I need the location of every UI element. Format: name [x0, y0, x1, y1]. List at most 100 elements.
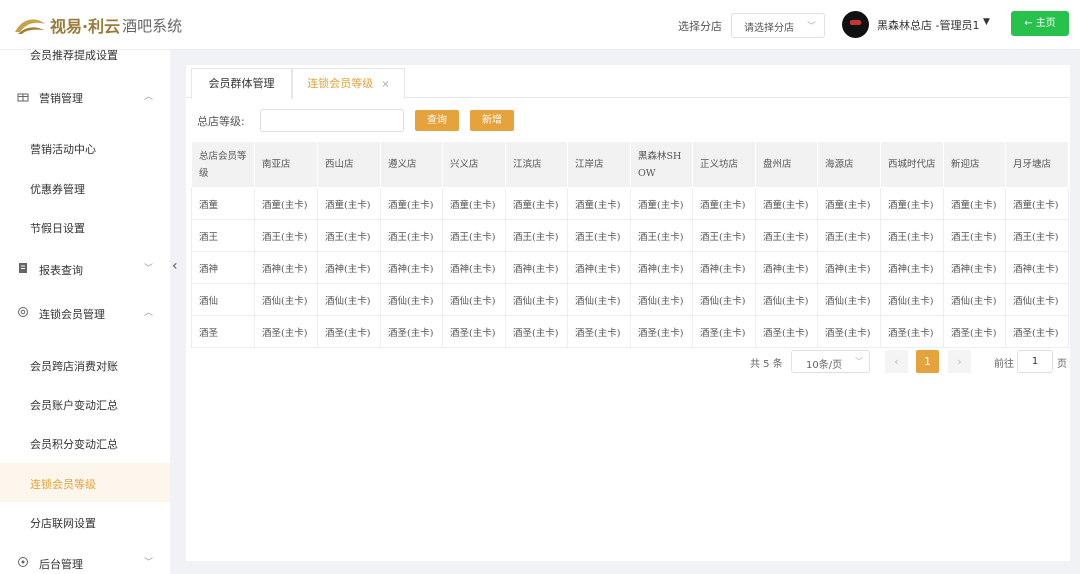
- table-cell: 酒童(主卡): [254, 187, 318, 220]
- column-header: 正义坊店: [692, 141, 756, 188]
- sidebar-item-chain-member-levels[interactable]: 连锁会员等级: [0, 463, 170, 502]
- table-cell: 酒神(主卡): [567, 251, 631, 284]
- head-store-level-label: 总店等级:: [197, 115, 245, 128]
- table-cell: 酒圣(主卡): [880, 315, 944, 348]
- column-header: 遵义店: [380, 141, 443, 188]
- logo-subtitle: 酒吧系统: [122, 16, 183, 35]
- report-icon: [17, 262, 29, 274]
- avatar[interactable]: [842, 11, 869, 38]
- tab-label: 连锁会员等级: [307, 77, 374, 90]
- table-cell: 酒神(主卡): [630, 251, 693, 284]
- page-suffix: 页: [1057, 359, 1067, 370]
- table-cell: 酒神(主卡): [254, 251, 318, 284]
- tab-chain-member-levels[interactable]: 连锁会员等级 ×: [292, 68, 405, 99]
- chevron-down-icon: ﹀: [144, 558, 154, 568]
- sidebar-item-label: 会员积分变动汇总: [30, 438, 118, 451]
- pagination: 共 5 条 10条/页 ﹀ ‹ 1 › 前往 1 页: [186, 350, 1070, 374]
- page-size-value: 10条/页: [806, 360, 843, 371]
- table-row[interactable]: 酒仙 酒仙(主卡) 酒仙(主卡) 酒仙(主卡) 酒仙(主卡) 酒仙(主卡) 酒仙(主卡) 酒仙…: [191, 283, 1069, 316]
- sidebar-group-chain-members[interactable]: 连锁会员管理 ︿: [0, 293, 170, 332]
- sidebar-item-label: 会员账户变动汇总: [30, 399, 118, 412]
- members-icon: [17, 306, 29, 318]
- table-cell: 酒王(主卡): [442, 219, 506, 252]
- table-cell: 酒王(主卡): [943, 219, 1006, 252]
- table-cell: 酒神(主卡): [943, 251, 1006, 284]
- sidebar-item-cross-store-reconciliation[interactable]: 会员跨店消费对账: [0, 345, 170, 384]
- table-row[interactable]: 酒神 酒神(主卡) 酒神(主卡) 酒神(主卡) 酒神(主卡) 酒神(主卡) 酒神(主卡) 酒神…: [191, 251, 1069, 284]
- chevron-up-icon: ︿: [144, 92, 154, 102]
- table-row[interactable]: 酒圣 酒圣(主卡) 酒圣(主卡) 酒圣(主卡) 酒圣(主卡) 酒圣(主卡) 酒圣(主卡) 酒圣…: [191, 315, 1069, 348]
- table-cell: 酒圣(主卡): [317, 315, 381, 348]
- table-cell: 酒仙(主卡): [254, 283, 318, 316]
- sidebar-group-marketing[interactable]: 营销管理 ︿: [0, 77, 170, 116]
- sidebar-item-account-changes[interactable]: 会员账户变动汇总: [0, 384, 170, 423]
- sidebar-item-label: 连锁会员等级: [30, 478, 96, 491]
- table-cell: 酒神(主卡): [505, 251, 568, 284]
- sidebar-group-label: 报表查询: [39, 264, 83, 277]
- table-cell: 酒童(主卡): [755, 187, 818, 220]
- close-icon[interactable]: ×: [381, 79, 389, 90]
- logo-brand: 视易·利云: [50, 17, 121, 36]
- table-cell: 酒仙(主卡): [442, 283, 506, 316]
- sidebar-item-holidays[interactable]: 节假日设置: [0, 207, 170, 246]
- table-cell: 酒王: [191, 219, 255, 252]
- table-cell: 酒童(主卡): [630, 187, 693, 220]
- column-header: 江岸店: [567, 141, 631, 188]
- table-cell: 酒童(主卡): [505, 187, 568, 220]
- sidebar-item-branch-network[interactable]: 分店联网设置: [0, 502, 170, 541]
- prev-page-button[interactable]: ‹: [885, 350, 908, 373]
- table-cell: 酒仙(主卡): [755, 283, 818, 316]
- column-header: 盘州店: [755, 141, 818, 188]
- table-cell: 酒神(主卡): [380, 251, 443, 284]
- sidebar-item-label: 优惠券管理: [30, 183, 85, 196]
- table-row[interactable]: 酒童 酒童(主卡) 酒童(主卡) 酒童(主卡) 酒童(主卡) 酒童(主卡) 酒童(主卡) 酒童…: [191, 187, 1069, 220]
- sidebar-group-backend[interactable]: 后台管理 ﹀: [0, 543, 170, 574]
- sidebar-group-reports[interactable]: 报表查询 ﹀: [0, 249, 170, 288]
- table-cell: 酒圣(主卡): [692, 315, 756, 348]
- sidebar-collapse-icon[interactable]: ‹: [172, 258, 178, 274]
- table-cell: 酒仙(主卡): [692, 283, 756, 316]
- table-cell: 酒王(主卡): [380, 219, 443, 252]
- table-cell: 酒神(主卡): [755, 251, 818, 284]
- table-cell: 酒圣(主卡): [442, 315, 506, 348]
- tab-bar: 会员群体管理 连锁会员等级 ×: [186, 65, 1070, 99]
- table-cell: 酒童(主卡): [380, 187, 443, 220]
- query-button[interactable]: 查询: [415, 110, 459, 131]
- table-cell: 酒王(主卡): [755, 219, 818, 252]
- sidebar-item-points-changes[interactable]: 会员积分变动汇总: [0, 423, 170, 462]
- add-button[interactable]: 新增: [470, 110, 514, 131]
- goto-page-input[interactable]: 1: [1017, 350, 1053, 373]
- user-name[interactable]: 黑森林总店 -管理员1: [877, 17, 979, 33]
- next-page-button[interactable]: ›: [948, 350, 971, 373]
- table-cell: 酒神(主卡): [692, 251, 756, 284]
- table-cell: 酒王(主卡): [254, 219, 318, 252]
- branch-select[interactable]: 请选择分店 ﹀: [731, 13, 825, 38]
- gift-icon: [17, 90, 29, 102]
- table-cell: 酒童(主卡): [567, 187, 631, 220]
- table-cell: 酒童(主卡): [943, 187, 1006, 220]
- page-size-select[interactable]: 10条/页 ﹀: [791, 350, 870, 373]
- table-cell: 酒童: [191, 187, 255, 220]
- table-cell: 酒圣(主卡): [254, 315, 318, 348]
- table-cell: 酒圣(主卡): [567, 315, 631, 348]
- table-header-row: 总店会员等级 南亚店 西山店 遵义店 兴义店 江滨店 江岸店 黑森林SHOW 正…: [191, 141, 1069, 188]
- page-number-button[interactable]: 1: [916, 350, 939, 373]
- table-cell: 酒王(主卡): [630, 219, 693, 252]
- table-cell: 酒神(主卡): [817, 251, 881, 284]
- head-store-level-input[interactable]: [260, 109, 404, 132]
- table-row[interactable]: 酒王 酒王(主卡) 酒王(主卡) 酒王(主卡) 酒王(主卡) 酒王(主卡) 酒王(主卡) 酒王…: [191, 219, 1069, 252]
- home-button[interactable]: ← 主页: [1011, 11, 1069, 36]
- table-cell: 酒王(主卡): [505, 219, 568, 252]
- sidebar-item-coupons[interactable]: 优惠券管理: [0, 168, 170, 207]
- tab-member-groups[interactable]: 会员群体管理: [191, 68, 292, 99]
- sidebar-item-marketing-center[interactable]: 营销活动中心: [0, 128, 170, 167]
- table-cell: 酒圣(主卡): [380, 315, 443, 348]
- sidebar-group-label: 连锁会员管理: [39, 308, 105, 321]
- table-cell: 酒神(主卡): [1005, 251, 1069, 284]
- chevron-up-icon: ︿: [144, 308, 154, 318]
- sidebar-item-member-referral-commission[interactable]: 会员推荐提成设置: [0, 50, 170, 73]
- caret-down-icon[interactable]: ▼: [983, 17, 990, 27]
- table-cell: 酒王(主卡): [567, 219, 631, 252]
- table-cell: 酒神(主卡): [880, 251, 944, 284]
- column-header: 新迎店: [943, 141, 1006, 188]
